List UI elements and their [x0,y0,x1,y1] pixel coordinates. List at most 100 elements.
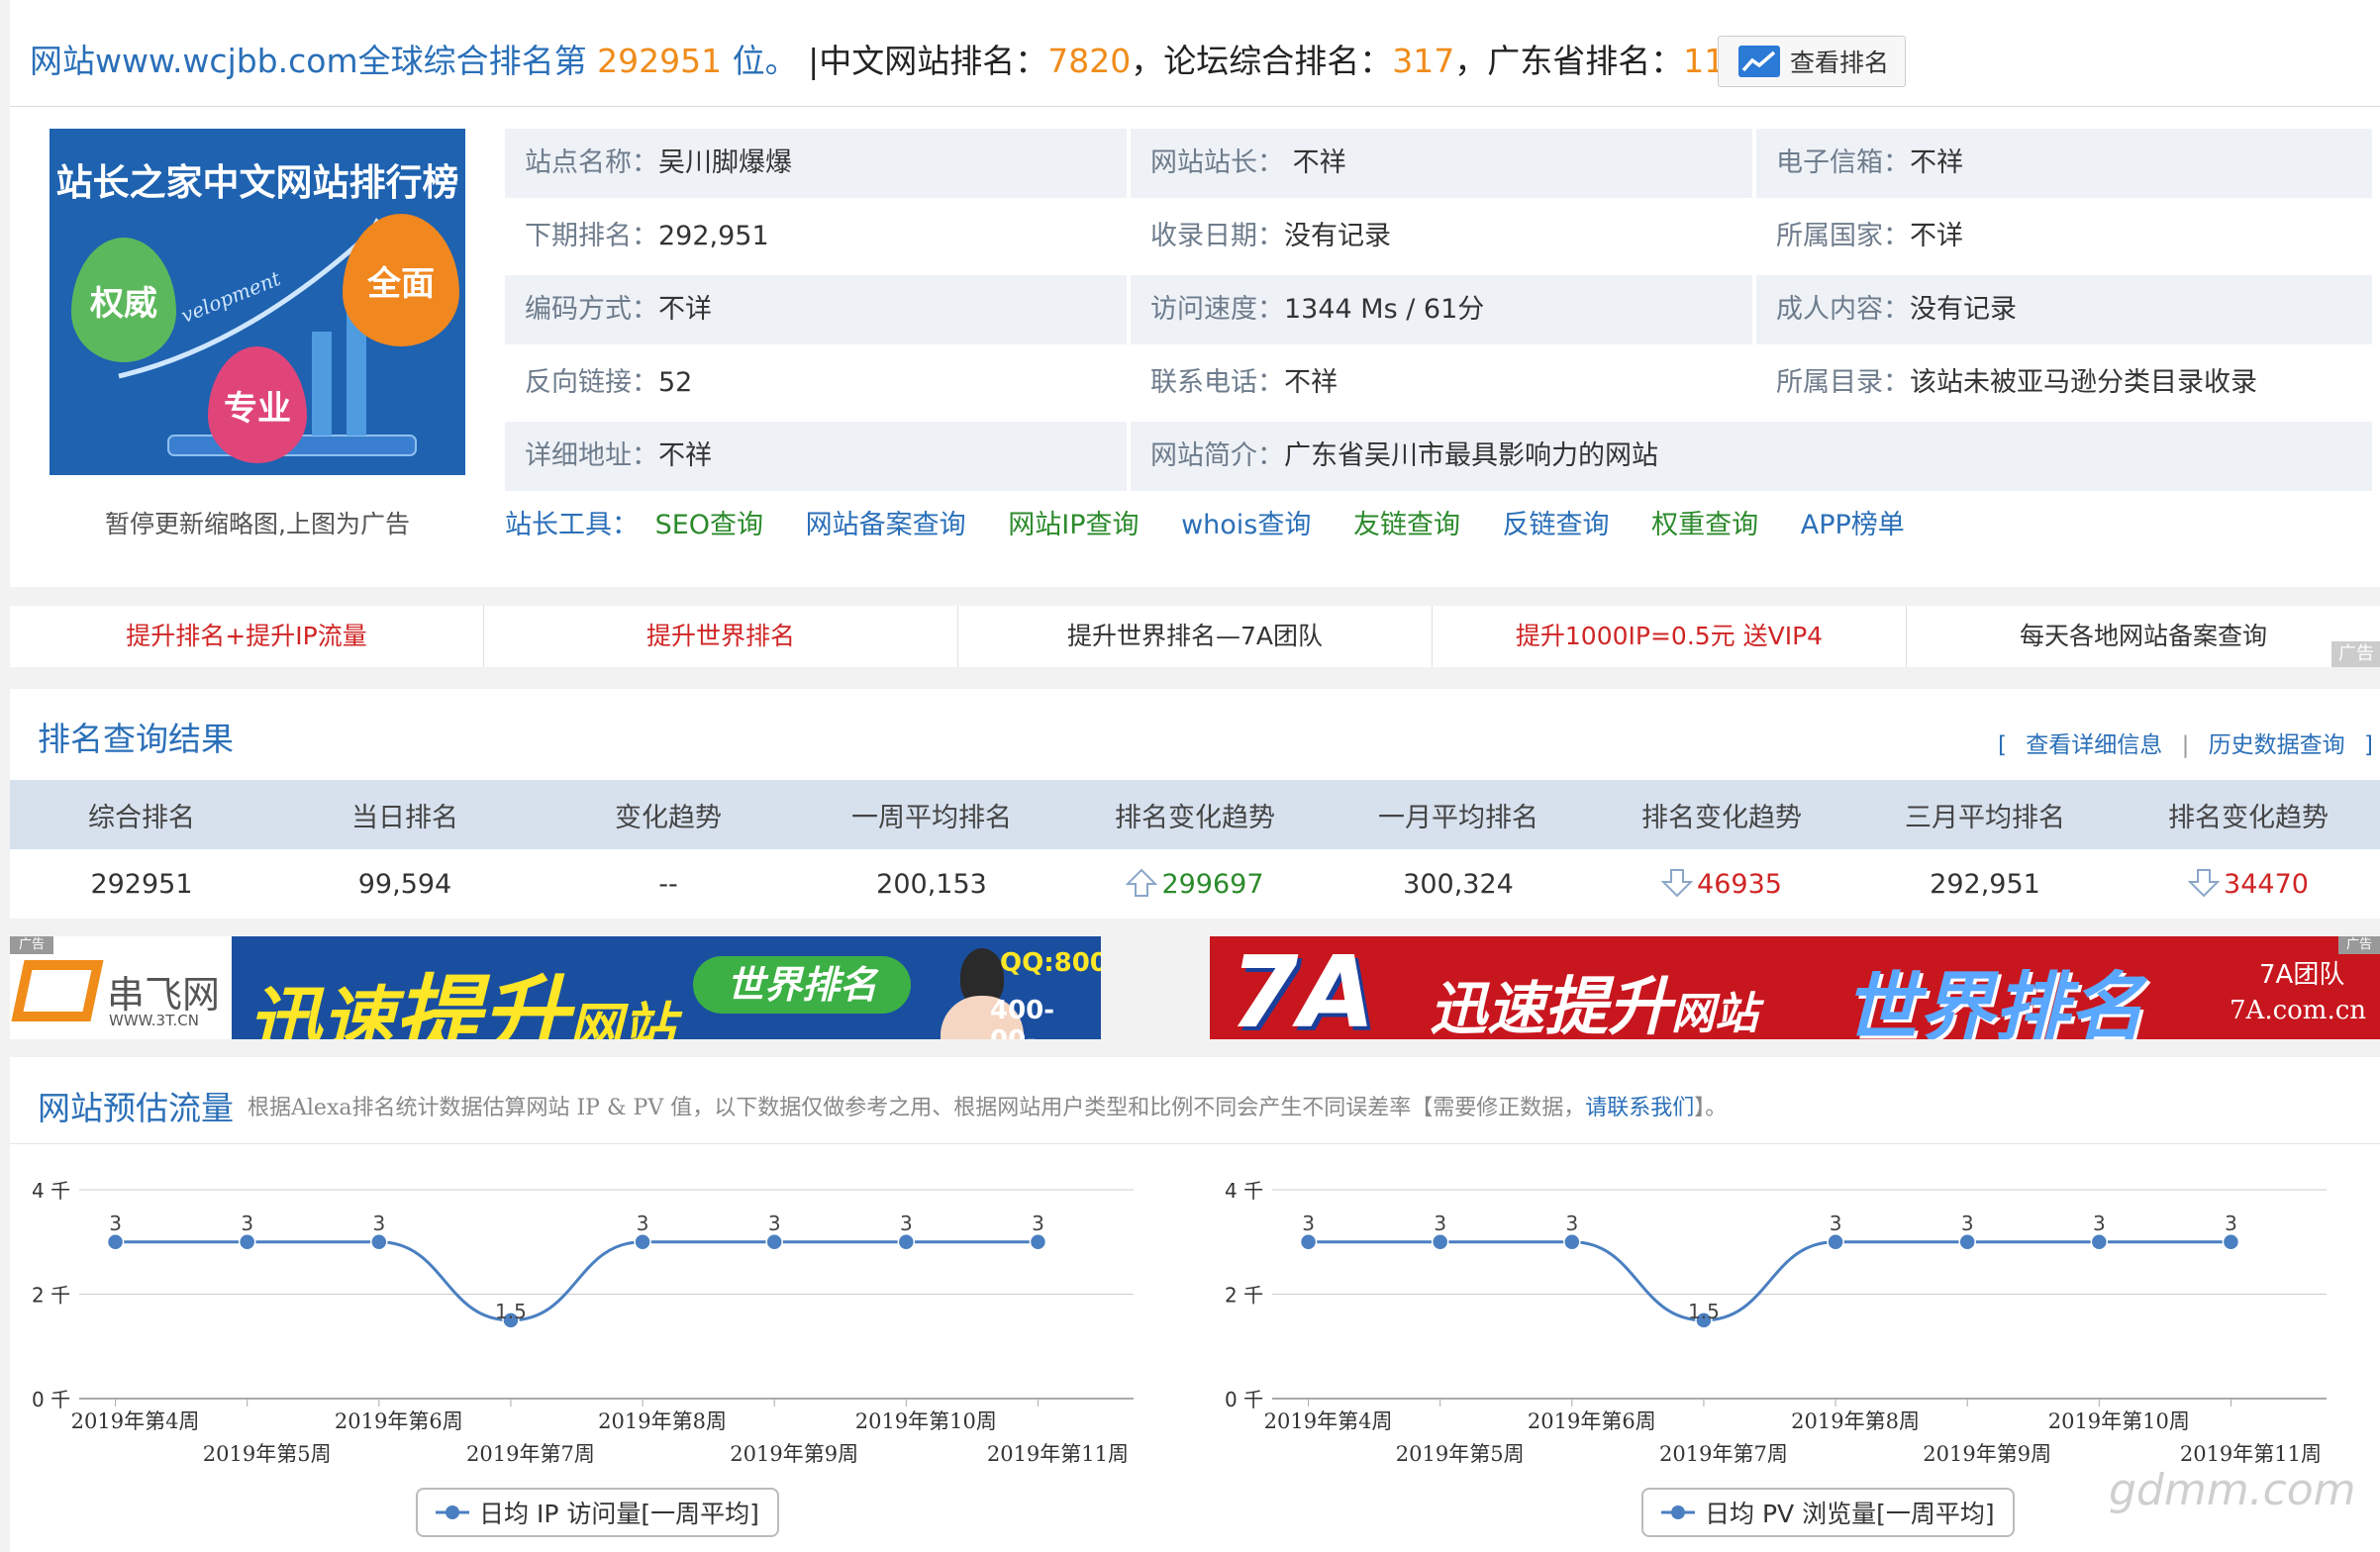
banner-3t-url: WWW.3T.CN [109,1012,199,1029]
view-rank-label: 查看排名 [1790,48,1890,77]
info-speed: 访问速度：1344 Ms / 61分 [1131,275,1752,344]
ad-link-5[interactable]: 每天各地网站备案查询 [1907,606,2380,667]
data-point [2090,1233,2109,1251]
webmaster-tools: 站长工具： SEO查询 网站备案查询 网站IP查询 whois查询 友链查询 反… [505,503,1938,541]
tool-backlink-link[interactable]: 反链查询 [1503,510,1610,540]
data-label: 1.5 [495,1300,527,1323]
header-separator: | [808,42,820,80]
arrow-down-icon [2187,869,2221,898]
rank-table: 综合排名 当日排名 变化趋势 一周平均排名 排名变化趋势 一月平均排名 排名变化… [10,780,2380,919]
rank-logo-ad[interactable]: 站长之家中文网站排行榜 velopment 权威 全面 专业 [50,129,465,475]
banner-ad-3t[interactable]: 广告 串飞网 WWW.3T.CN 迅速提升网站 世界排名 QQ:80073 40… [10,936,1101,1039]
data-point [370,1233,388,1251]
rank-table-header: 综合排名 当日排名 变化趋势 一周平均排名 排名变化趋势 一月平均排名 排名变化… [10,780,2380,849]
tool-weight-link[interactable]: 权重查询 [1651,510,1758,540]
tool-seo-link[interactable]: SEO查询 [655,510,763,540]
x-tick-label: 2019年第11周 [2180,1442,2322,1466]
data-label: 3 [2225,1212,2237,1235]
data-point [1827,1233,1844,1251]
data-point [1029,1233,1047,1251]
ad-link-2[interactable]: 提升世界排名 [484,606,958,667]
y-tick-label: 0 千 [32,1388,70,1411]
data-label: 3 [1032,1212,1044,1235]
rank-table-row: 292951 99,594 -- 200,153 299697 300,324 … [10,849,2380,919]
x-tick-label: 2019年第5周 [1396,1442,1525,1466]
info-country: 所属国家：不详 [1756,202,2372,271]
traffic-divider [10,1143,2380,1144]
contact-us-link[interactable]: 请联系我们 [1585,1096,1694,1120]
data-point [897,1233,916,1251]
banner-3t-phone: 400-00-80073 [990,996,1055,1039]
cell-month-change: 46935 [1590,849,1853,919]
data-point [106,1233,125,1251]
ip-legend-label: 日均 IP 访问量[一周平均] [479,1500,759,1528]
x-tick-label: 2019年第7周 [1659,1442,1788,1466]
info-site-name: 站点名称：吴川脚爆爆 [505,129,1127,198]
info-email: 电子信箱：不祥 [1756,129,2372,198]
x-tick-label: 2019年第11周 [987,1442,1129,1466]
detail-info-link[interactable]: 查看详细信息 [2026,732,2162,758]
tools-label: 站长工具： [505,510,639,540]
info-description: 网站简介：广东省吴川市最具影响力的网站 [1131,422,2372,491]
legend-line-marker-icon [1661,1505,1695,1519]
cell-overall: 292951 [90,868,193,900]
legend-line-marker-icon [436,1505,469,1519]
banner-7a-logo: 7A [1230,936,1375,1039]
ad-link-1[interactable]: 提升排名+提升IP流量 [10,606,484,667]
ad-link-4[interactable]: 提升1000IP=0.5元 送VIP4 [1433,606,1907,667]
data-label: 3 [1961,1212,1974,1235]
ad-tag: 广告 [2331,641,2380,667]
data-label: 3 [2093,1212,2106,1235]
y-tick-label: 2 千 [32,1284,70,1308]
text-ad-strip: 提升排名+提升IP流量 提升世界排名 提升世界排名—7A团队 提升1000IP=… [10,606,2380,667]
banner-3t-slogan: 迅速提升网站 [248,965,676,1039]
pv-legend-label: 日均 PV 浏览量[一周平均] [1705,1500,1995,1528]
data-label: 3 [1565,1212,1578,1235]
history-data-link[interactable]: 历史数据查询 [2209,732,2345,758]
forum-rank-label: ，论坛综合排名： [1131,42,1393,80]
cell-today: 99,594 [357,868,452,900]
ad-link-3[interactable]: 提升世界排名—7A团队 [958,606,1433,667]
banner-7a-slogan: 迅速提升网站 [1430,971,1759,1039]
cell-week-change: 299697 [1063,849,1327,919]
global-rank-value: 292951 [597,42,723,80]
site-domain-link[interactable]: www.wcjbb.com [95,42,358,80]
banner-right-ad-tag: 广告 [2338,936,2380,954]
gd-rank-label: ，广东省排名： [1454,42,1684,80]
thumbnail-note: 暂停更新缩略图,上图为广告 [105,510,410,538]
info-address: 详细地址：不祥 [505,422,1127,491]
col-overall: 综合排名 [10,780,273,849]
ip-chart-legend[interactable]: 日均 IP 访问量[一周平均] [416,1488,779,1537]
tool-app-rank-link[interactable]: APP榜单 [1801,510,1905,540]
global-rank-label: 全球综合排名第 [357,42,587,80]
tool-ip-link[interactable]: 网站IP查询 [1008,510,1139,540]
data-label: 3 [1434,1212,1446,1235]
view-rank-button[interactable]: 查看排名 [1718,36,1906,87]
traffic-title: 网站预估流量 [38,1089,234,1127]
tool-friendlink-link[interactable]: 友链查询 [1353,510,1460,540]
banner-7a-team: 7A团队 [2259,960,2345,990]
series-line [1308,1240,2231,1322]
pv-chart-legend[interactable]: 日均 PV 浏览量[一周平均] [1641,1488,2015,1537]
rank-result-title: 排名查询结果 [38,720,234,758]
col-quarter-avg: 三月平均排名 [1853,780,2117,849]
cell-quarter-change: 34470 [2117,849,2380,919]
watermark: gdmm.com [2109,1465,2356,1515]
x-tick-label: 2019年第8周 [1791,1409,1920,1433]
col-month-change: 排名变化趋势 [1590,780,1853,849]
banner-3t-qq: QQ:80073 [1000,948,1101,978]
x-tick-label: 2019年第6周 [335,1409,463,1433]
x-tick-label: 2019年第8周 [598,1409,727,1433]
x-tick-label: 2019年第4周 [1264,1409,1393,1433]
cell-trend: -- [658,868,678,900]
tool-whois-link[interactable]: whois查询 [1181,510,1311,540]
x-tick-label: 2019年第10周 [2048,1409,2190,1433]
data-label: 3 [637,1212,649,1235]
info-adult-content: 成人内容：没有记录 [1756,275,2372,344]
banner-ad-7a[interactable]: 7A 迅速提升网站 世界排名 7A团队 7A.com.cn 广告 [1210,936,2380,1039]
banner-left-ad-tag: 广告 [10,936,53,954]
tool-icp-link[interactable]: 网站备案查询 [806,510,966,540]
banner-7a-world-rank: 世界排名 [1843,963,2144,1039]
traffic-note: 根据Alexa排名统计数据估算网站 IP & PV 值，以下数据仅做参考之用、根… [248,1096,1728,1120]
cell-week-avg: 200,153 [876,868,987,900]
